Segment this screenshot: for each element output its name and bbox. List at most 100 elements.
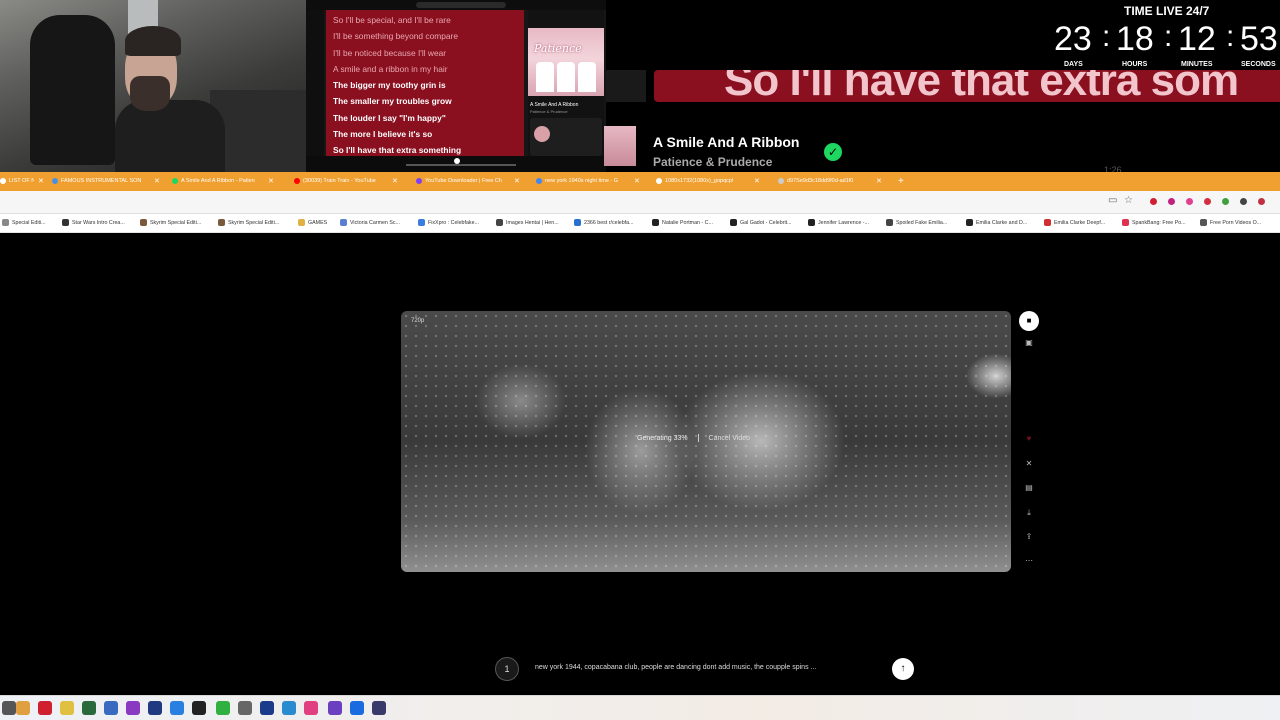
- tab-label: YouTube Downloader | Free Ch: [425, 178, 502, 184]
- bookmark-favicon-icon: [574, 219, 581, 227]
- bookmark-star-icon[interactable]: ☆: [1124, 195, 1133, 206]
- bookmark-item[interactable]: Star Wars Intro Crea...: [62, 214, 125, 233]
- prompt-avatar[interactable]: 1: [495, 657, 519, 681]
- taskbar-capcut-icon[interactable]: [192, 701, 206, 715]
- extension-icon[interactable]: [1186, 198, 1193, 205]
- bookmark-favicon-icon: [496, 219, 503, 227]
- bookmark-item[interactable]: Skyrim Special Editi...: [140, 214, 201, 233]
- cast-icon[interactable]: ▭: [1108, 195, 1117, 206]
- bookmark-item[interactable]: GAMES: [298, 214, 327, 233]
- extension-icon[interactable]: [1168, 198, 1175, 205]
- now-playing-artist: Patience & Prudence: [653, 155, 773, 169]
- bookmark-item[interactable]: Spoiled Fake Emilia...: [886, 214, 947, 233]
- browser-tab[interactable]: new york 1940s night time - G: [536, 172, 630, 191]
- bookmark-label: Special Editi...: [12, 220, 46, 226]
- taskbar-settings-icon[interactable]: [238, 701, 252, 715]
- bookmark-label: Skyrim Special Editi...: [150, 220, 202, 226]
- browser-tab[interactable]: d97Se9d3c18dd9f0d-ad1f0: [778, 172, 872, 191]
- bookmark-item[interactable]: Free Porn Videos O...: [1200, 214, 1261, 233]
- bookmark-item[interactable]: Gal Gadot - Celebrit...: [730, 214, 792, 233]
- bookmark-item[interactable]: Jennifer Lawrence -...: [808, 214, 869, 233]
- tab-close-icon[interactable]: ✕: [754, 172, 760, 191]
- taskbar-snipping-icon[interactable]: [104, 701, 118, 715]
- taskbar-folder-icon[interactable]: [60, 701, 74, 715]
- taskbar-explorer-icon[interactable]: [16, 701, 30, 715]
- bookmark-favicon-icon: [652, 219, 659, 227]
- bookmark-favicon-icon: [2, 219, 9, 227]
- bookmark-item[interactable]: Special Editi...: [2, 214, 46, 233]
- tab-close-icon[interactable]: ✕: [876, 172, 882, 191]
- edit-icon[interactable]: ▤: [1019, 478, 1039, 498]
- taskbar-notepad-icon[interactable]: [282, 701, 296, 715]
- bookmark-item[interactable]: SpankBang: Free Po...: [1122, 214, 1186, 233]
- browser-tab[interactable]: LIST OF NC: [0, 172, 34, 191]
- bookmark-item[interactable]: Victoria Carmen Sc...: [340, 214, 400, 233]
- more-icon[interactable]: ⋯: [1019, 551, 1039, 571]
- tab-close-icon[interactable]: ✕: [514, 172, 520, 191]
- heart-icon[interactable]: ♥: [1019, 429, 1039, 449]
- live-clock: 23 : 18 : 12 : 53 DAYS HOURS MINUTES SEC…: [1054, 20, 1278, 68]
- tab-close-icon[interactable]: ✕: [392, 172, 398, 191]
- bookmark-item[interactable]: Emilia Clarke and D...: [966, 214, 1027, 233]
- new-tab-button[interactable]: +: [898, 172, 904, 191]
- spotify-window: So I'll be special, and I'll be rare I'll…: [306, 0, 606, 172]
- extension-icon[interactable]: [1258, 198, 1265, 205]
- image-icon[interactable]: ▣: [1019, 333, 1039, 353]
- tab-favicon-icon: [294, 177, 300, 184]
- bookmark-label: SpankBang: Free Po...: [1132, 220, 1186, 226]
- taskbar-app-icon[interactable]: [372, 701, 386, 715]
- taskbar-terminal-icon[interactable]: [82, 701, 96, 715]
- check-icon: ✓: [824, 143, 842, 161]
- lyric-banner-text: So I'll have that extra som: [724, 70, 1239, 102]
- tab-favicon-icon: [52, 177, 58, 184]
- browser-tab[interactable]: YouTube Downloader | Free Ch: [416, 172, 510, 191]
- tab-close-icon[interactable]: ✕: [38, 172, 44, 191]
- tab-favicon-icon: [172, 177, 178, 184]
- browser-tab[interactable]: A Smile And A Ribbon - Patien: [172, 172, 264, 191]
- browser-tab[interactable]: 1080x1732(1080x)_gopqcpl: [656, 172, 750, 191]
- bookmark-item[interactable]: Emilia Clarke Deepf...: [1044, 214, 1105, 233]
- bookmark-label: Images Hentai | Hen...: [506, 220, 559, 226]
- tab-favicon-icon: [778, 177, 784, 184]
- download-icon[interactable]: ⤓: [1019, 503, 1039, 523]
- taskbar-app-icon[interactable]: [304, 701, 318, 715]
- lyric-line: The more I believe it's so: [333, 129, 433, 140]
- lyric-line: I'll be noticed because I'll wear: [333, 47, 447, 58]
- bookmark-favicon-icon: [298, 219, 305, 227]
- taskbar-app-icon[interactable]: [328, 701, 342, 715]
- bookmark-item[interactable]: FixXpro : Celebfake...: [418, 214, 479, 233]
- taskbar-app-icon[interactable]: [350, 701, 364, 715]
- share-icon[interactable]: ⇪: [1019, 527, 1039, 547]
- tab-close-icon[interactable]: ✕: [154, 172, 160, 191]
- bookmark-item[interactable]: Images Hentai | Hen...: [496, 214, 559, 233]
- bookmark-item[interactable]: Skyrim Special Editi...: [218, 214, 279, 233]
- taskbar-browser-icon[interactable]: [170, 701, 184, 715]
- tab-close-icon[interactable]: ✕: [634, 172, 640, 191]
- close-icon[interactable]: ✕: [1019, 454, 1039, 474]
- taskbar-app-icon[interactable]: [216, 701, 230, 715]
- taskbar-app-icon[interactable]: [148, 701, 162, 715]
- extension-icon[interactable]: [1222, 198, 1229, 205]
- taskbar-windows-icon[interactable]: [2, 701, 16, 715]
- bookmark-label: Jennifer Lawrence -...: [818, 220, 869, 226]
- send-button[interactable]: ↑: [892, 658, 914, 680]
- taskbar-app-icon[interactable]: [126, 701, 140, 715]
- opera-icon[interactable]: [1150, 198, 1157, 205]
- video-icon[interactable]: ■: [1019, 311, 1039, 331]
- stream-overlay: So I'll be special, and I'll be rare I'll…: [0, 0, 1280, 175]
- browser-tab[interactable]: (30039) Train Train - YouTube: [294, 172, 388, 191]
- extensions-menu-icon[interactable]: [1240, 198, 1247, 205]
- taskbar-photoshop-icon[interactable]: [260, 701, 274, 715]
- bookmark-favicon-icon: [218, 219, 225, 227]
- extension-icon[interactable]: [1204, 198, 1211, 205]
- bookmark-favicon-icon: [340, 219, 347, 227]
- bookmark-item[interactable]: Natalie Portman - C...: [652, 214, 713, 233]
- tab-label: A Smile And A Ribbon - Patien: [181, 178, 255, 184]
- cancel-video-button[interactable]: Cancel Video: [709, 435, 751, 442]
- bookmark-item[interactable]: 2366 best r/celebfa...: [574, 214, 633, 233]
- bookmark-favicon-icon: [808, 219, 815, 227]
- browser-tab[interactable]: FAMOUS INSTRUMENTAL SON: [52, 172, 150, 191]
- prompt-input[interactable]: new york 1944, copacabana club, people a…: [535, 664, 816, 671]
- taskbar-opera-icon[interactable]: [38, 701, 52, 715]
- tab-close-icon[interactable]: ✕: [268, 172, 274, 191]
